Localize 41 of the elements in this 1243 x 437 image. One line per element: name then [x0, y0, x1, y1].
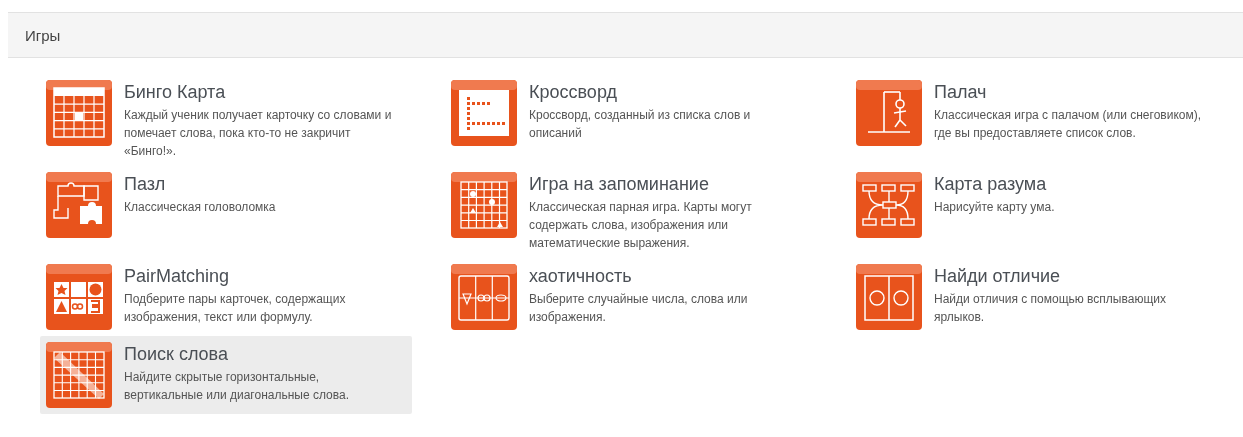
game-item[interactable]: Поиск слова Найдите скрытые горизонтальные, вертикальные или диагональные слова.: [40, 336, 412, 414]
puzzle-icon: [46, 172, 112, 238]
game-description: Классическая парная игра. Карты могут содержать слова, изображения или математические выражения.: [529, 199, 753, 252]
game-item[interactable]: Бинго Карта Каждый ученик получает карточку со словами и помечает слова, пока кто-то не закричит «Бинго!».: [40, 74, 412, 166]
word-search-icon: [46, 342, 112, 408]
section-title: Игры: [25, 26, 61, 44]
game-title: хаотичность: [529, 265, 633, 288]
game-description: Подберите пары карточек, содержащих изображения, текст или формулу.: [124, 291, 347, 326]
crossword-icon: [451, 80, 517, 146]
game-title: Игра на запоминание: [529, 173, 710, 196]
game-item[interactable]: Кроссворд Кроссворд, созданный из списка слов и описаний: [445, 74, 817, 152]
game-title: Найди отличие: [934, 265, 1062, 288]
game-description: Каждый ученик получает карточку со словами и помечает слова, пока кто-то не закричит «Бинго!».: [124, 107, 393, 160]
game-title: Поиск слова: [124, 343, 229, 366]
game-description: Найдите скрытые горизонтальные, вертикальные или диагональные слова.: [124, 369, 350, 404]
game-description: Нарисуйте карту ума.: [934, 199, 1056, 216]
game-description: Выберите случайные числа, слова или изображения.: [529, 291, 749, 326]
game-title: Бинго Карта: [124, 81, 227, 104]
game-item[interactable]: PairMatching Подберите пары карточек, содержащих изображения, текст или формулу.: [40, 258, 412, 336]
game-item[interactable]: Игра на запоминание Классическая парная игра. Карты могут содержать слова, изображения или математические выражения.: [445, 166, 817, 258]
game-item[interactable]: Пазл Классическая головоломка: [40, 166, 412, 244]
game-title: Кроссворд: [529, 81, 618, 104]
game-item[interactable]: Найди отличие Найди отличия с помощью всплывающих ярлыков.: [850, 258, 1222, 336]
game-item[interactable]: хаотичность Выберите случайные числа, слова или изображения.: [445, 258, 817, 336]
game-description: Кроссворд, созданный из списка слов и описаний: [529, 107, 752, 142]
game-description: Классическая головоломка: [124, 199, 277, 216]
slot-reels-icon: [451, 264, 517, 330]
game-description: Найди отличия с помощью всплывающих ярлыков.: [934, 291, 1167, 326]
game-item[interactable]: Палач Классическая игра с палачом (или снеговиком), где вы предоставляете список слов.: [850, 74, 1222, 152]
bingo-card-icon: [46, 80, 112, 146]
game-title: Пазл: [124, 173, 167, 196]
memory-grid-icon: [451, 172, 517, 238]
game-item[interactable]: Карта разума Нарисуйте карту ума.: [850, 166, 1222, 244]
game-title: Палач: [934, 81, 988, 104]
game-title: PairMatching: [124, 265, 231, 288]
game-title: Карта разума: [934, 173, 1048, 196]
shapes-grid-icon: [46, 264, 112, 330]
mind-map-icon: [856, 172, 922, 238]
two-heads-icon: [856, 264, 922, 330]
hangman-icon: [856, 80, 922, 146]
game-description: Классическая игра с палачом (или снеговиком), где вы предоставляете список слов.: [934, 107, 1203, 142]
